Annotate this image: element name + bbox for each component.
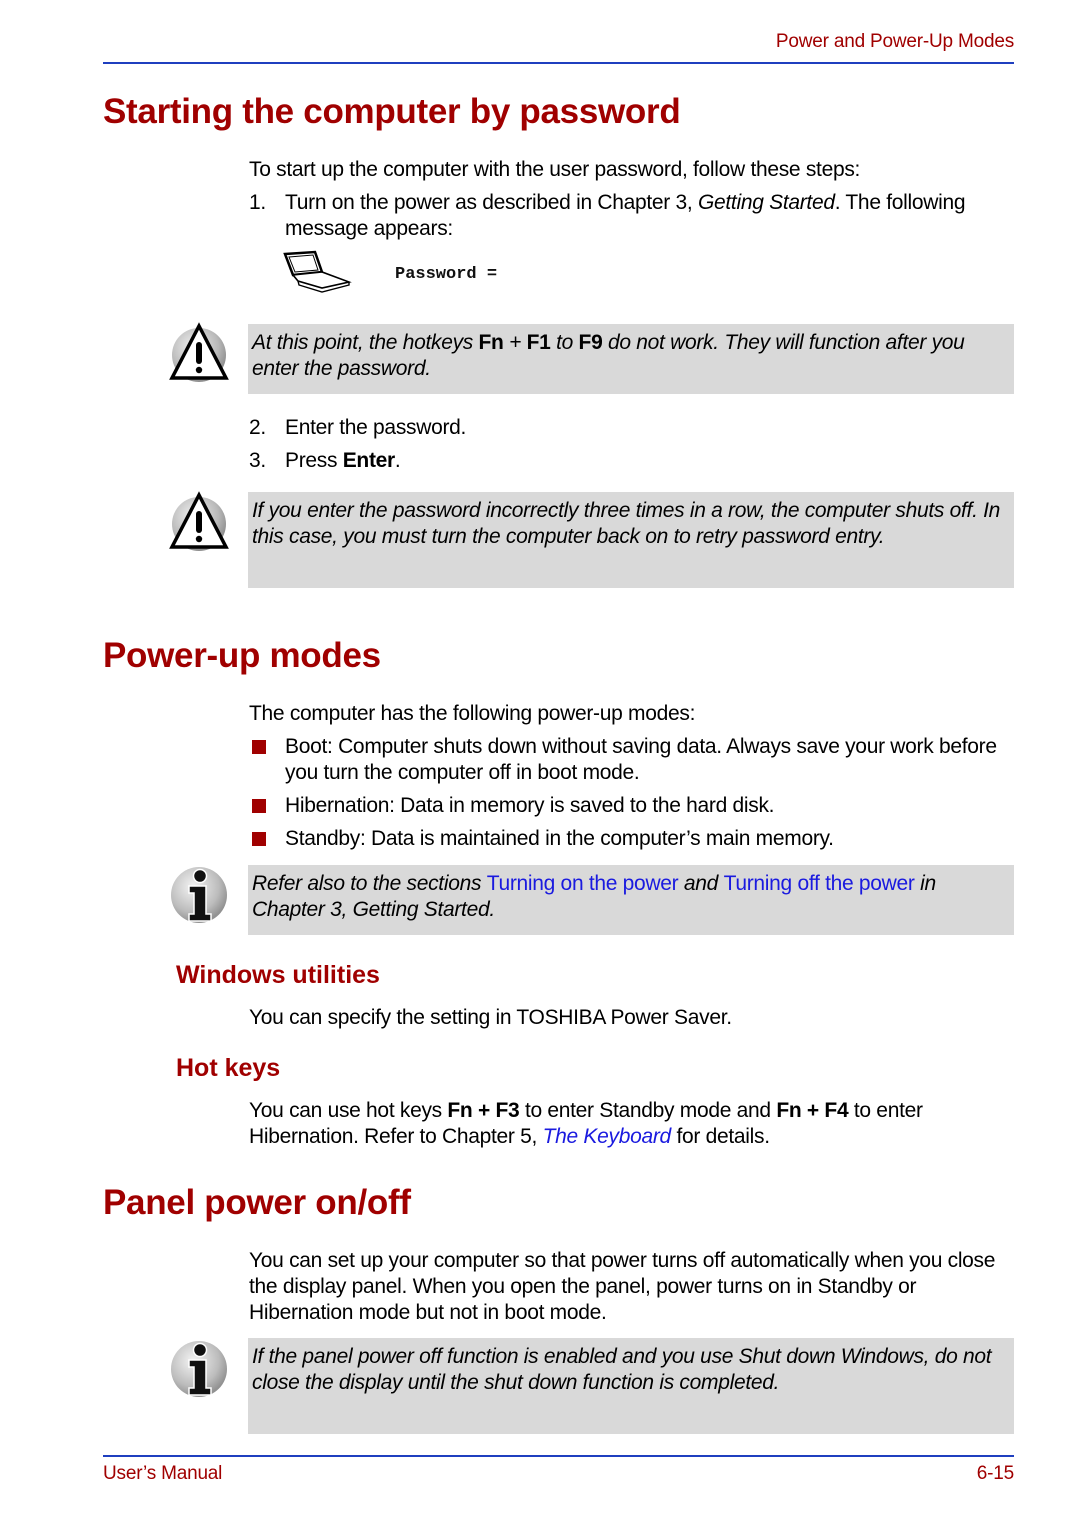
powerup-intro: The computer has the following power-up … <box>249 702 696 725</box>
section-title-password: Starting the computer by password <box>103 92 681 131</box>
bullet-square-icon <box>252 799 266 813</box>
chapter-reference: Getting Started <box>697 191 835 214</box>
password-prompt-message: Password = <box>395 265 498 284</box>
running-header: Power and Power-Up Modes <box>775 31 1014 52</box>
link-turning-off-power[interactable]: Turning off the power <box>724 872 915 895</box>
footer-rule <box>103 1455 1014 1457</box>
info-icon <box>168 1338 230 1400</box>
info-note-refer-sections: Refer also to the sections Turning on th… <box>248 865 1014 935</box>
warning-icon <box>168 491 230 553</box>
caution-note-incorrect-password: If you enter the password incorrectly th… <box>248 492 1014 588</box>
enter-key-label: Enter <box>342 449 395 472</box>
link-the-keyboard[interactable]: The Keyboard <box>543 1125 672 1148</box>
bullet-square-icon <box>252 832 266 846</box>
subsection-title-windows-utilities: Windows utilities <box>176 961 380 989</box>
section-title-panel-power: Panel power on/off <box>103 1183 411 1222</box>
info-note-shut-down: If the panel power off function is enabl… <box>248 1338 1014 1434</box>
windows-utilities-text: You can specify the setting in TOSHIBA P… <box>249 1006 732 1029</box>
password-intro: To start up the computer with the user p… <box>249 158 861 181</box>
hot-keys-text: You can use hot keys Fn + F3 to enter St… <box>249 1099 923 1148</box>
warning-icon <box>168 322 230 384</box>
laptop-icon <box>282 250 352 295</box>
subsection-title-hot-keys: Hot keys <box>176 1054 281 1082</box>
step-text: Turn on the power as described in Chapte… <box>285 191 966 240</box>
info-icon <box>168 864 230 926</box>
section-title-powerup: Power-up modes <box>103 636 381 675</box>
bullet-square-icon <box>252 740 266 754</box>
footer-manual-title: User’s Manual <box>103 1463 223 1484</box>
step-number: 2. <box>249 416 266 439</box>
step-number: 3. <box>249 449 266 472</box>
step-text: Press Enter. <box>285 449 401 472</box>
page-number: 6-15 <box>976 1463 1014 1484</box>
header-rule <box>103 62 1014 64</box>
step-text: Enter the password. <box>285 416 467 439</box>
caution-note-hotkeys: At this point, the hotkeys Fn + F1 to F9… <box>248 324 1014 394</box>
step-number: 1. <box>249 191 266 214</box>
panel-power-text: You can set up your computer so that pow… <box>249 1249 996 1324</box>
link-turning-on-power[interactable]: Turning on the power <box>487 872 679 895</box>
